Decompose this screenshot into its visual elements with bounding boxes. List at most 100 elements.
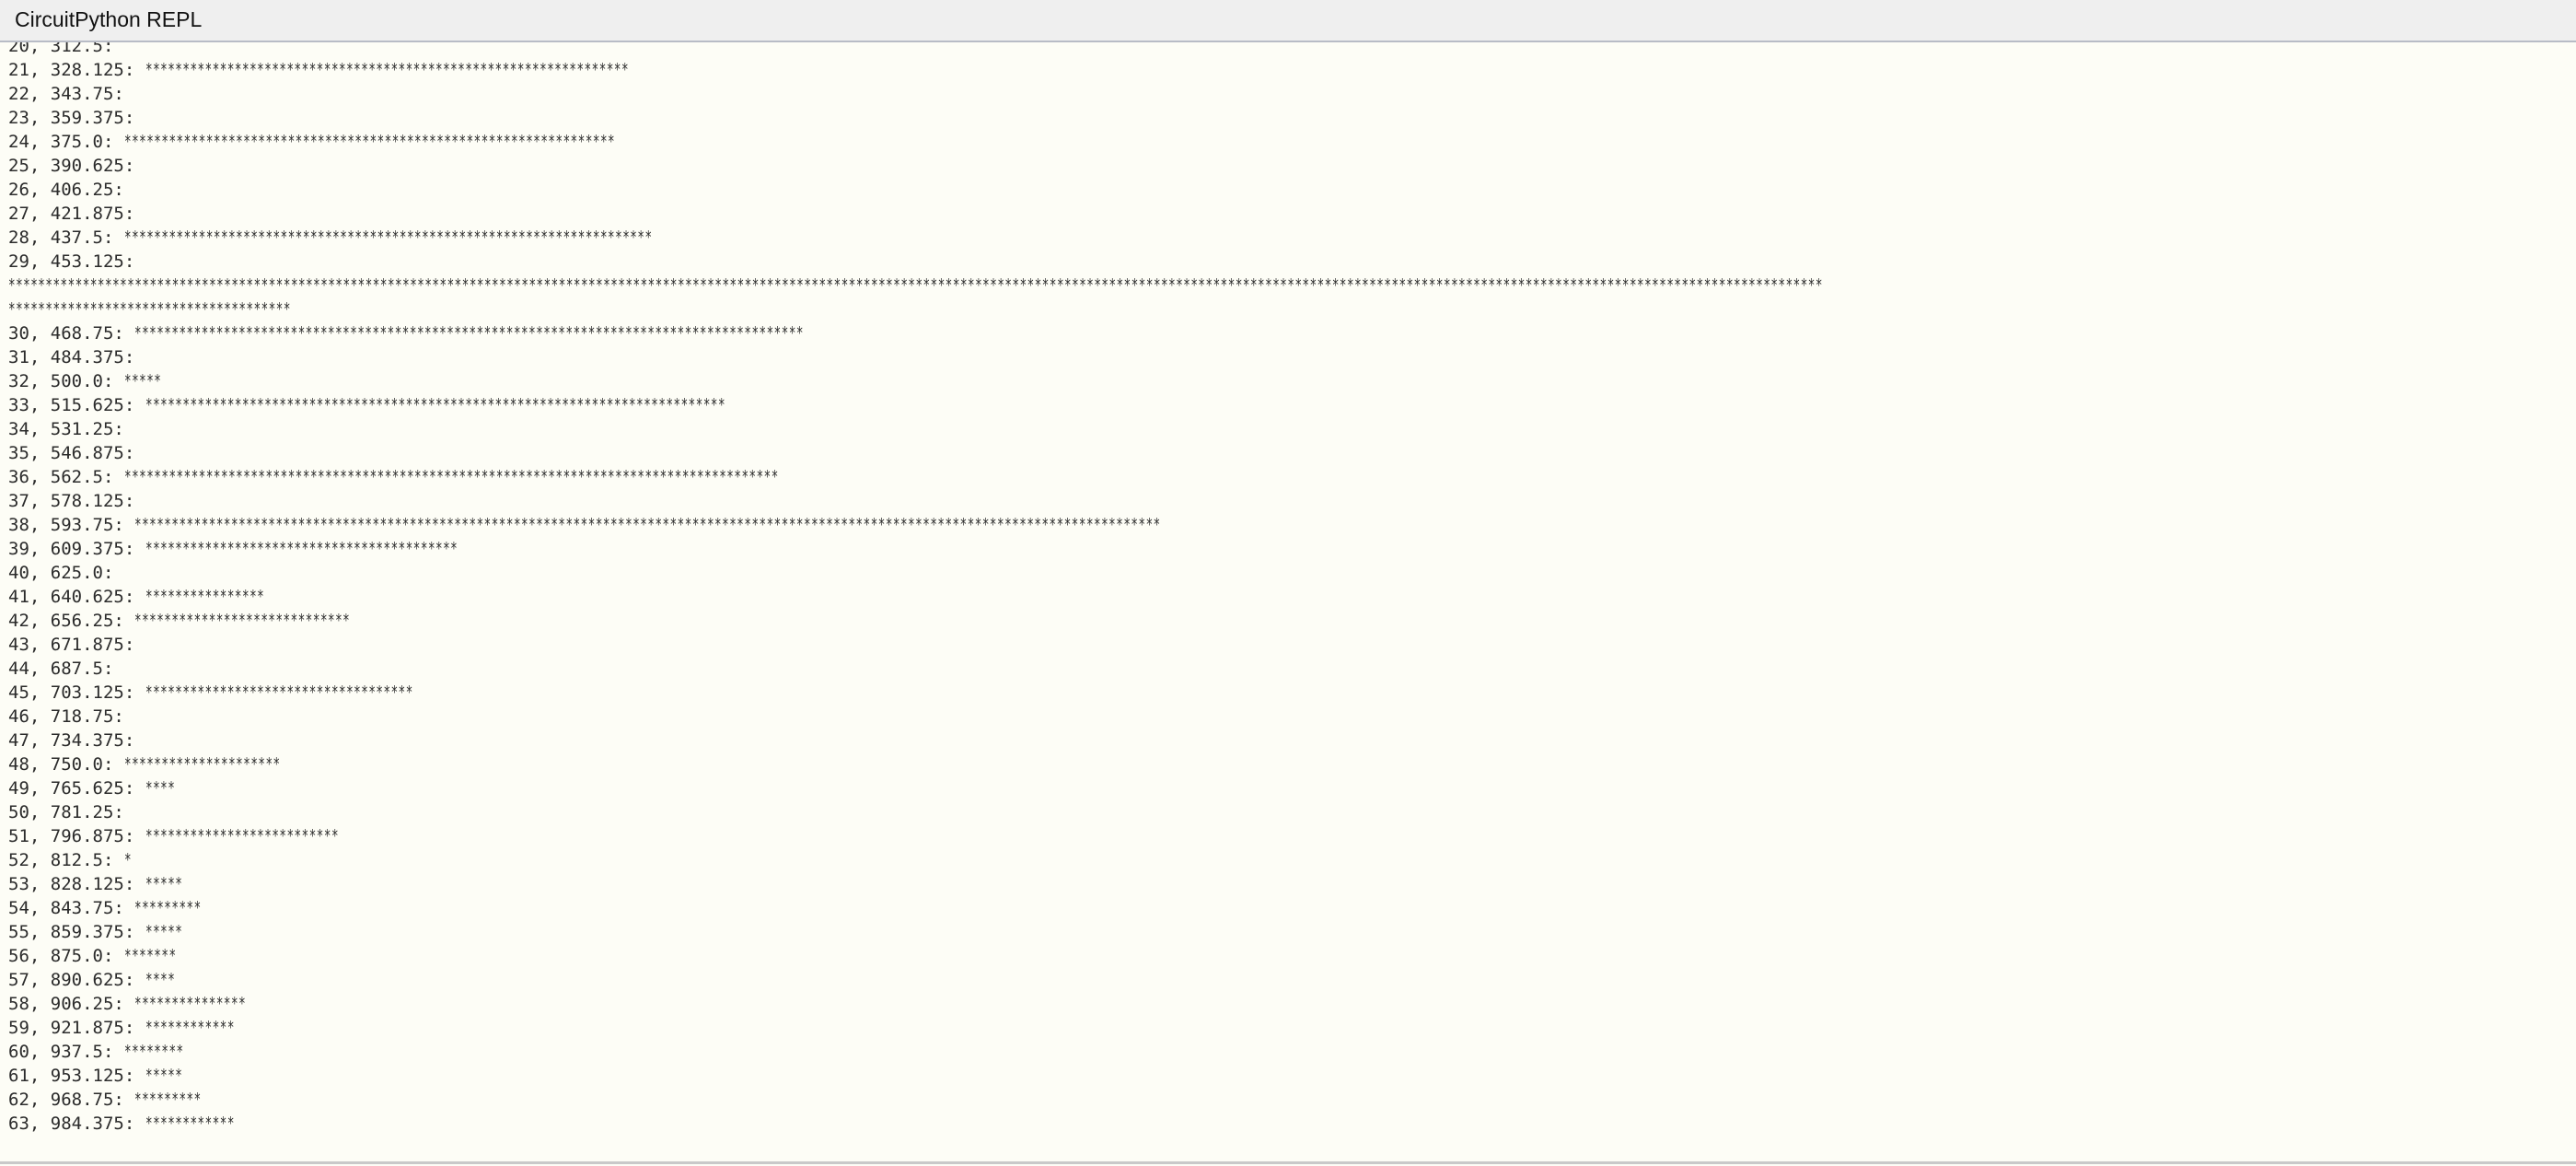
line-prefix: 49, 765.625: <box>8 778 145 799</box>
line-prefix: 53, 828.125: <box>8 874 145 894</box>
line-prefix: 38, 593.75: <box>8 515 135 535</box>
histogram-stars: **************** <box>145 587 264 607</box>
line-prefix: 60, 937.5: <box>8 1042 124 1062</box>
output-line: 22, 343.75: <box>8 84 124 104</box>
line-prefix: 57, 890.625: <box>8 970 145 990</box>
line-prefix: 52, 812.5: <box>8 850 124 870</box>
histogram-stars: ***** <box>145 874 183 894</box>
output-line: 60, 937.5: ******** <box>8 1040 2576 1064</box>
histogram-stars: ***** <box>145 1066 183 1086</box>
output-line: 51, 796.875: ************************** <box>8 824 2576 848</box>
output-line: 32, 500.0: ***** <box>8 369 2576 393</box>
histogram-stars: ******** <box>123 1042 184 1062</box>
histogram-stars: ****************************************… <box>145 539 458 559</box>
histogram-stars: **** <box>145 778 176 799</box>
histogram-stars: ****************************************… <box>123 227 653 248</box>
output-line: 55, 859.375: ***** <box>8 920 2576 944</box>
output-line: 63, 984.375: ************ <box>8 1112 2576 1136</box>
title-bar: CircuitPython REPL <box>0 0 2576 42</box>
histogram-stars: ************ <box>145 1018 235 1038</box>
output-line: 26, 406.25: <box>8 180 124 200</box>
line-prefix: 61, 953.125: <box>8 1066 145 1086</box>
window-title: CircuitPython REPL <box>15 7 203 31</box>
line-prefix: 58, 906.25: <box>8 994 135 1014</box>
line-prefix: 41, 640.625: <box>8 587 145 607</box>
histogram-stars: ********* <box>134 898 202 918</box>
output-line: 34, 531.25: <box>8 419 124 439</box>
line-prefix: 63, 984.375: <box>8 1114 145 1134</box>
output-line: 54, 843.75: ********* <box>8 896 2576 920</box>
output-line: 40, 625.0: <box>8 563 114 583</box>
line-prefix: 32, 500.0: <box>8 371 124 391</box>
histogram-stars: ****************************************… <box>8 275 1823 296</box>
histogram-stars: * <box>123 850 132 870</box>
line-prefix: 28, 437.5: <box>8 227 124 248</box>
output-line: 42, 656.25: ****************************… <box>8 609 2576 633</box>
output-line: 36, 562.5: *****************************… <box>8 465 2576 489</box>
histogram-stars: ************************************** <box>8 299 291 320</box>
output-line: ****************************************… <box>8 274 2576 297</box>
output-line: 59, 921.875: ************ <box>8 1016 2576 1040</box>
output-line: 44, 687.5: <box>8 659 114 679</box>
output-line: 39, 609.375: ***************************… <box>8 537 2576 561</box>
histogram-stars: ************************************ <box>145 682 413 703</box>
line-prefix: 56, 875.0: <box>8 946 124 966</box>
output-line: 35, 546.875: <box>8 443 135 463</box>
output-line: 21, 328.125: ***************************… <box>8 58 2576 82</box>
output-line: 30, 468.75: ****************************… <box>8 321 2576 345</box>
line-prefix: 59, 921.875: <box>8 1018 145 1038</box>
histogram-stars: ****************************************… <box>134 323 805 344</box>
output-line: 43, 671.875: <box>8 635 135 655</box>
output-line: 33, 515.625: ***************************… <box>8 393 2576 417</box>
repl-output[interactable]: 20, 312.5: 21, 328.125: *****************… <box>0 42 2576 1161</box>
output-line: 56, 875.0: ******* <box>8 944 2576 968</box>
output-line: 52, 812.5: * <box>8 848 2576 872</box>
output-line: 62, 968.75: ********* <box>8 1088 2576 1112</box>
output-line: 37, 578.125: <box>8 491 135 511</box>
histogram-stars: ********************* <box>123 754 281 775</box>
output-line: 25, 390.625: <box>8 156 135 176</box>
output-line: 61, 953.125: ***** <box>8 1064 2576 1088</box>
output-line: 28, 437.5: *****************************… <box>8 226 2576 250</box>
output-line: 48, 750.0: ********************* <box>8 752 2576 776</box>
histogram-stars: ****************************************… <box>134 515 1162 535</box>
line-prefix: 24, 375.0: <box>8 132 124 152</box>
histogram-stars: ****************************************… <box>123 467 779 487</box>
output-line: 27, 421.875: <box>8 204 135 224</box>
histogram-stars: ***** <box>145 922 183 942</box>
line-prefix: 30, 468.75: <box>8 323 135 344</box>
histogram-stars: ************************** <box>145 826 339 846</box>
histogram-stars: ***************************** <box>134 611 351 631</box>
line-prefix: 45, 703.125: <box>8 682 145 703</box>
line-prefix: 48, 750.0: <box>8 754 124 775</box>
histogram-stars: ***** <box>123 371 162 391</box>
histogram-stars: *************** <box>134 994 247 1014</box>
output-line: 24, 375.0: *****************************… <box>8 130 2576 154</box>
output-line: 47, 734.375: <box>8 730 135 751</box>
line-prefix: 36, 562.5: <box>8 467 124 487</box>
output-line: 29, 453.125: <box>8 251 135 272</box>
histogram-stars: ************ <box>145 1114 235 1134</box>
line-prefix: 55, 859.375: <box>8 922 145 942</box>
line-prefix: 21, 328.125: <box>8 60 145 80</box>
line-prefix: 62, 968.75: <box>8 1090 135 1110</box>
output-line: 31, 484.375: <box>8 347 135 367</box>
line-prefix: 54, 843.75: <box>8 898 135 918</box>
output-line: 46, 718.75: <box>8 706 124 727</box>
output-line: 45, 703.125: ***************************… <box>8 681 2576 705</box>
histogram-stars: **** <box>145 970 176 990</box>
output-line: 50, 781.25: <box>8 802 124 822</box>
bottom-divider <box>0 1161 2576 1164</box>
output-line: 49, 765.625: **** <box>8 776 2576 800</box>
histogram-stars: ****************************************… <box>145 60 629 80</box>
line-prefix: 33, 515.625: <box>8 395 145 415</box>
output-line: 41, 640.625: **************** <box>8 585 2576 609</box>
output-line: 53, 828.125: ***** <box>8 872 2576 896</box>
histogram-stars: ****************************************… <box>145 395 725 415</box>
output-line: 38, 593.75: ****************************… <box>8 513 2576 537</box>
line-prefix: 42, 656.25: <box>8 611 135 631</box>
histogram-stars: ****************************************… <box>123 132 615 152</box>
line-prefix: 39, 609.375: <box>8 539 145 559</box>
output-line: 20, 312.5: <box>8 42 114 56</box>
output-line: 58, 906.25: *************** <box>8 992 2576 1016</box>
